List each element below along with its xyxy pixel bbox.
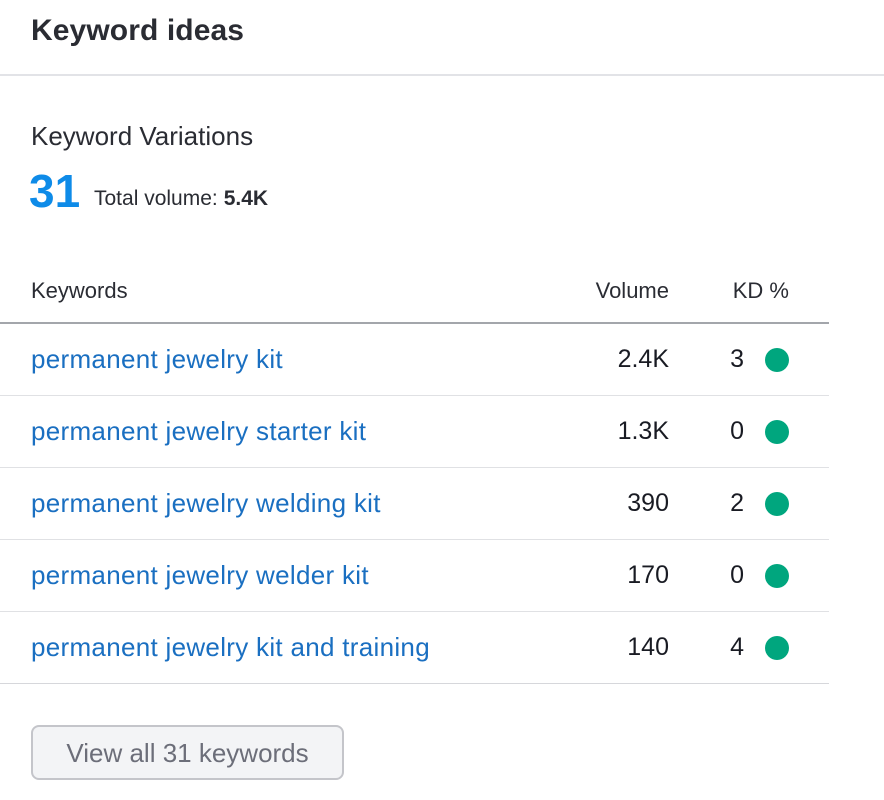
keyword-link[interactable]: permanent jewelry kit and training: [31, 632, 430, 663]
kd-value: 2: [730, 489, 744, 517]
table-header: Keywords Volume KD %: [0, 258, 829, 324]
volume-value: 2.4K: [617, 345, 669, 373]
view-all-keywords-button[interactable]: View all 31 keywords: [31, 725, 344, 780]
total-volume-value: 5.4K: [223, 187, 269, 210]
table-row: permanent jewelry welding kit 390 2: [0, 468, 829, 540]
volume-value: 170: [627, 561, 669, 589]
kd-indicator-dot: [765, 492, 789, 516]
kd-indicator-dot: [765, 420, 789, 444]
widget-title: Keyword ideas: [31, 14, 245, 47]
total-volume-label: Total volume:: [94, 187, 218, 210]
column-header-kd: KD %: [732, 278, 789, 303]
keywords-table: Keywords Volume KD % permanent jewelry k…: [0, 258, 829, 684]
keyword-ideas-widget: Keyword ideas Keyword Variations 31 Tota…: [0, 0, 884, 800]
column-header-volume: Volume: [595, 278, 669, 303]
kd-value: 3: [730, 345, 744, 373]
kd-indicator-dot: [765, 348, 789, 372]
kd-value: 0: [730, 417, 744, 445]
kd-indicator-dot: [765, 564, 789, 588]
volume-value: 140: [627, 633, 669, 661]
table-row: permanent jewelry starter kit 1.3K 0: [0, 396, 829, 468]
table-row: permanent jewelry kit and training 140 4: [0, 612, 829, 684]
volume-value: 390: [627, 489, 669, 517]
keyword-link[interactable]: permanent jewelry welding kit: [31, 488, 381, 519]
kd-value: 0: [730, 561, 744, 589]
kd-value: 4: [730, 633, 744, 661]
widget-header: Keyword ideas: [0, 0, 884, 76]
variations-count: 31: [29, 165, 81, 217]
table-row: permanent jewelry kit 2.4K 3: [0, 324, 829, 396]
kd-indicator-dot: [765, 636, 789, 660]
variations-label: Keyword Variations: [31, 121, 254, 151]
column-header-keywords: Keywords: [31, 278, 128, 303]
keyword-link[interactable]: permanent jewelry starter kit: [31, 416, 366, 447]
table-row: permanent jewelry welder kit 170 0: [0, 540, 829, 612]
volume-value: 1.3K: [617, 417, 669, 445]
total-volume: Total volume: 5.4K: [94, 187, 268, 211]
keyword-link[interactable]: permanent jewelry kit: [31, 344, 283, 375]
keyword-link[interactable]: permanent jewelry welder kit: [31, 560, 369, 591]
